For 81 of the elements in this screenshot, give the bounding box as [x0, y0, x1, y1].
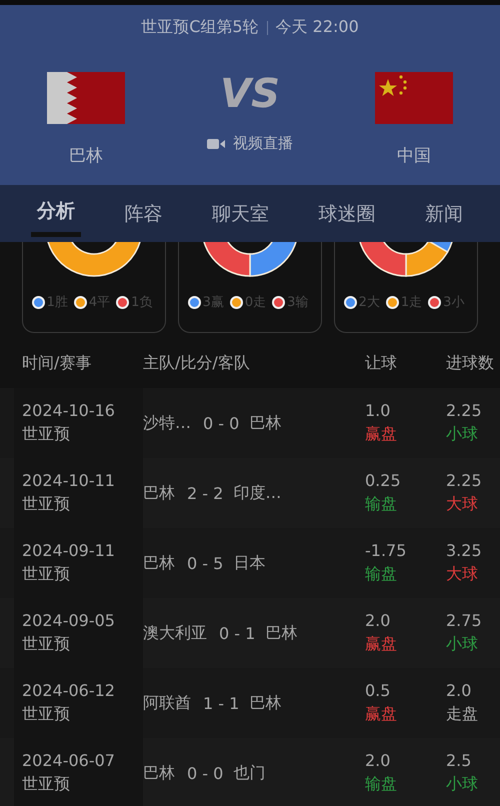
home-team: 巴林	[143, 552, 175, 574]
handicap-line: 2.0	[365, 611, 392, 630]
legend-label: 2大	[358, 294, 380, 311]
tab[interactable]: 新闻	[419, 192, 470, 234]
home-team: 澳大利亚	[143, 622, 207, 644]
versus-label: VS	[220, 72, 280, 116]
away-team: 印度…	[233, 482, 282, 504]
score: 0 - 1	[219, 624, 256, 642]
column-header: 进球数	[446, 352, 495, 374]
handicap-line: 2.0	[365, 751, 392, 770]
tab[interactable]: 球迷圈	[312, 192, 382, 234]
match-date: 2024-09-05	[22, 611, 116, 630]
match-date: 2024-06-07	[22, 751, 116, 770]
handicap-result: 输盘	[365, 774, 398, 795]
match-date: 2024-10-16	[22, 401, 116, 420]
legend-label: 3输	[287, 294, 308, 311]
tab[interactable]: 聊天室	[206, 192, 275, 234]
away-team: 巴林	[249, 692, 282, 714]
score: 1 - 1	[203, 694, 240, 712]
competition-name: 世亚预	[22, 494, 71, 515]
goals-line: 2.25	[446, 401, 483, 420]
handicap-result: 输盘	[365, 564, 398, 585]
handicap-result: 赢盘	[365, 424, 398, 445]
handicap-line: 0.25	[365, 471, 402, 490]
competition-name: 世亚预	[22, 424, 71, 445]
column-header: 时间/赛事	[21, 352, 92, 374]
home-team: 沙特…	[143, 412, 191, 434]
score: 2 - 2	[187, 484, 224, 502]
legend-label: 1胜	[46, 294, 68, 311]
match-date: 2024-06-12	[22, 681, 116, 700]
video-camera-icon	[207, 138, 225, 150]
live-video-button[interactable]: 视频直播	[207, 134, 293, 153]
legend-label: 0走	[244, 294, 266, 311]
kickoff-time: 今天 22:00	[276, 17, 359, 38]
flag-icon	[375, 72, 453, 124]
goals-result: 小球	[446, 424, 479, 445]
goals-line: 2.5	[446, 751, 472, 770]
competition-name: 世亚预	[22, 774, 71, 795]
away-team-name: 中国	[397, 145, 431, 167]
tab[interactable]: 分析	[30, 190, 81, 237]
score: 0 - 0	[203, 414, 240, 432]
goals-line: 2.75	[446, 611, 483, 630]
goals-result: 大球	[446, 494, 479, 515]
handicap-line: -1.75	[365, 541, 408, 560]
column-header: 主队/比分/客队	[143, 352, 251, 374]
score: 0 - 5	[187, 554, 224, 572]
home-team: 巴林	[143, 482, 175, 504]
competition-name: 世亚预	[22, 634, 71, 655]
away-team: 巴林	[265, 622, 298, 644]
handicap-result: 赢盘	[365, 634, 398, 655]
legend-label: 1负	[131, 294, 152, 311]
competition-name: 世亚预	[22, 564, 71, 585]
away-team: 也门	[233, 762, 266, 784]
away-team: 日本	[233, 552, 266, 574]
handicap-line: 1.0	[365, 401, 392, 420]
home-team: 巴林	[143, 762, 175, 784]
goals-result: 小球	[446, 634, 479, 655]
handicap-result: 输盘	[365, 494, 398, 515]
goals-line: 2.25	[446, 471, 483, 490]
legend-label: 4平	[88, 294, 110, 311]
away-team: 巴林	[249, 412, 282, 434]
column-header: 让球	[365, 352, 398, 374]
handicap-line: 0.5	[365, 681, 392, 700]
home-team: 阿联酋	[143, 692, 191, 714]
goals-line: 3.25	[446, 541, 483, 560]
score: 0 - 0	[187, 764, 224, 782]
flag-icon	[47, 72, 125, 124]
handicap-result: 赢盘	[365, 704, 398, 725]
match-date: 2024-10-11	[22, 471, 116, 490]
goals-line: 2.0	[446, 681, 472, 700]
legend-label: 3小	[443, 294, 464, 311]
goals-result: 走盘	[446, 704, 479, 725]
home-team-name: 巴林	[69, 145, 103, 167]
competition-name: 世亚预	[22, 704, 71, 725]
goals-result: 大球	[446, 564, 479, 585]
goals-result: 小球	[446, 774, 479, 795]
tab[interactable]: 阵容	[118, 192, 168, 234]
legend-label: 3赢	[202, 294, 224, 311]
legend-label: 1走	[400, 294, 422, 311]
round-label: 世亚预C组第5轮	[141, 17, 259, 38]
match-date: 2024-09-11	[22, 541, 116, 560]
